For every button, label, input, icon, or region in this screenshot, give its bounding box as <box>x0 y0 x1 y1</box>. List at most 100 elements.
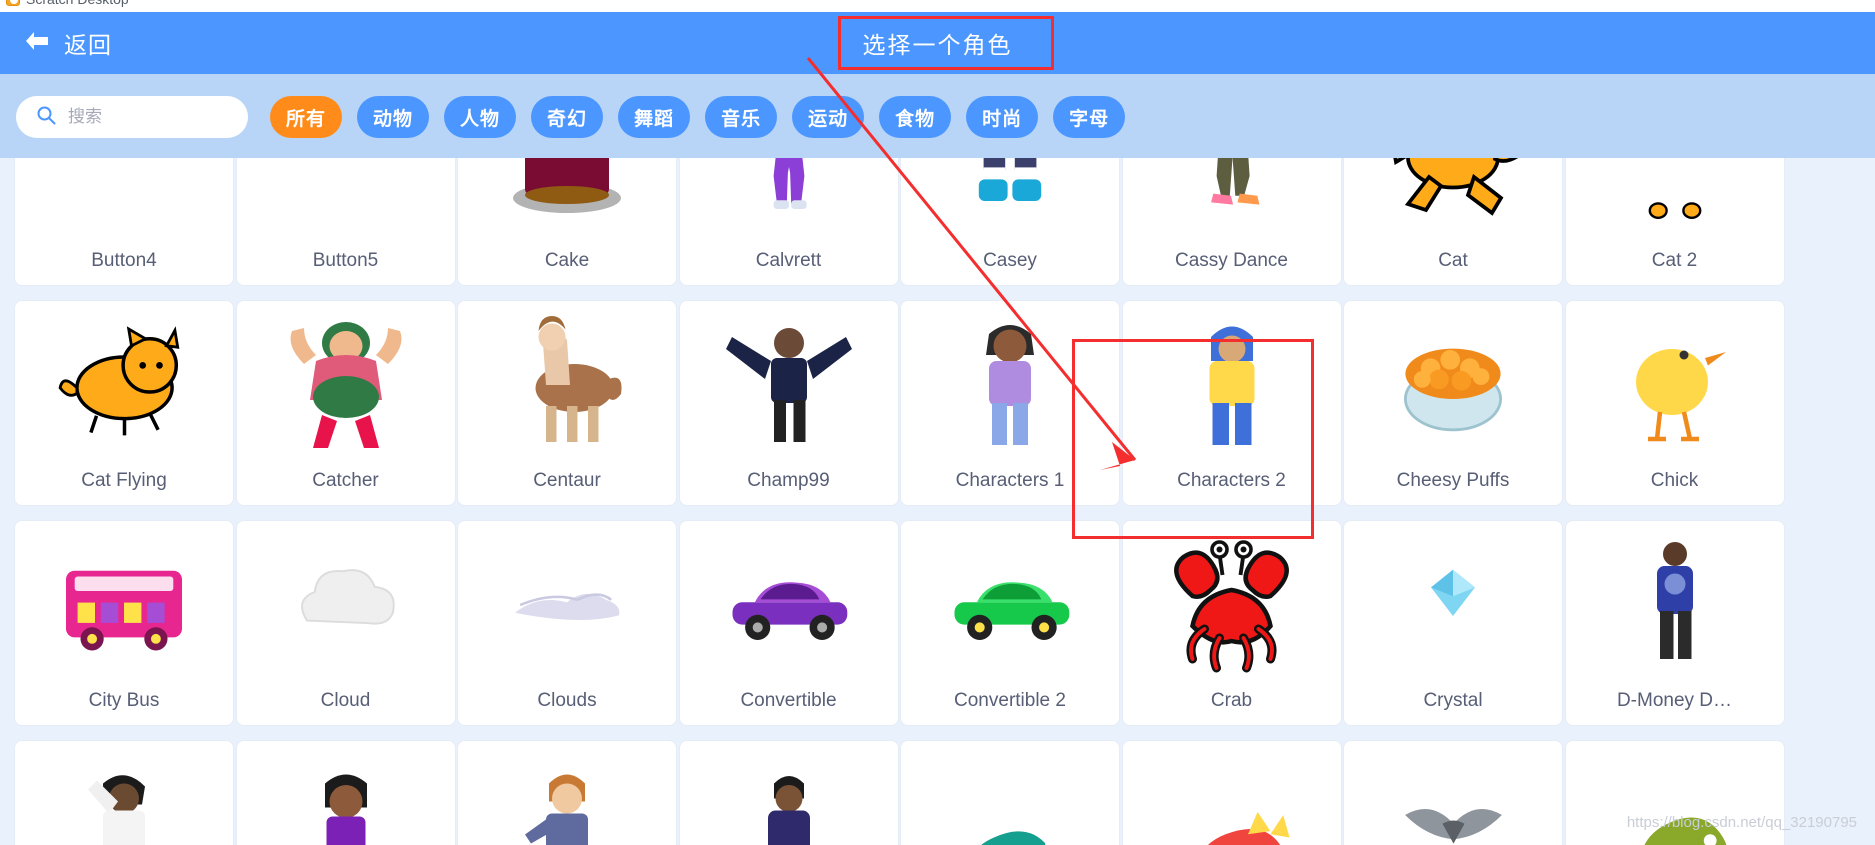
sprite-thumbnail-character-yellow-icon <box>1123 301 1341 469</box>
sprite-card[interactable] <box>900 740 1120 845</box>
sprite-card[interactable]: Characters 2 <box>1121 300 1342 506</box>
sprite-card[interactable]: Crystal <box>1343 520 1563 726</box>
sprite-thumbnail-legs-skate-icon <box>901 158 1119 249</box>
sprite-card[interactable]: Centaur <box>457 300 677 506</box>
sprite-card-label: Characters 1 <box>955 470 1065 491</box>
sprite-card[interactable]: Crab <box>1121 520 1342 726</box>
sprite-thumbnail-convertible-purple-icon <box>680 521 898 689</box>
sprite-card-label: Cake <box>544 250 590 271</box>
filter-tag-6[interactable]: 运动 <box>792 96 865 138</box>
sprite-card[interactable]: Convertible 2 <box>900 520 1120 726</box>
sprite-card[interactable]: Cat 2 <box>1564 158 1785 286</box>
filter-tag-9[interactable]: 字母 <box>1053 96 1126 138</box>
sprite-thumbnail-catcher-icon <box>237 301 455 469</box>
sprite-thumbnail-cake-icon <box>458 158 676 249</box>
search-icon <box>36 105 56 130</box>
sprite-grid: Button4 Button5 Cake Calvrett Casey Cassy Dan… <box>14 158 1860 845</box>
sprite-card-label: Cat <box>1438 250 1468 271</box>
sprite-card-label: D-Money D… <box>1616 690 1733 711</box>
sprite-card-label: Characters 2 <box>1177 470 1286 491</box>
sprite-card[interactable]: Button4 <box>14 158 234 286</box>
sprite-card[interactable] <box>678 740 899 845</box>
sprite-thumbnail-cheesy-puffs-icon <box>1344 301 1562 469</box>
sprite-thumbnail-none-icon <box>237 158 455 249</box>
tag-list: 所有 动物 人物 奇幻 舞蹈 音乐 运动 食物 时尚 字母 <box>270 96 1126 138</box>
search-input[interactable] <box>68 107 218 127</box>
sprite-thumbnail-clouds-icon <box>458 521 676 689</box>
sprite-thumbnail-chick-icon <box>1566 301 1784 469</box>
sprite-grid-area[interactable]: Button4 Button5 Cake Calvrett Casey Cassy Dan… <box>0 158 1875 845</box>
sprite-card-label: Crystal <box>1423 690 1483 711</box>
filter-tag-4[interactable]: 舞蹈 <box>618 96 691 138</box>
sprite-thumbnail-cat-paws-icon <box>1566 158 1784 249</box>
modal-header: 返回 选择一个角色 <box>0 12 1875 74</box>
sprite-card[interactable]: Casey <box>900 158 1120 286</box>
page-title: 选择一个角色 <box>862 32 1013 58</box>
sprite-card-label: City Bus <box>88 690 160 711</box>
sprite-thumbnail-character-purple-icon <box>901 301 1119 469</box>
sprite-thumbnail-centaur-icon <box>458 301 676 469</box>
sprite-card[interactable] <box>235 740 456 845</box>
back-arrow-icon <box>24 30 50 57</box>
sprite-card-label: Champ99 <box>747 470 830 491</box>
sprite-card[interactable]: Cheesy Puffs <box>1343 300 1563 506</box>
filter-tag-3[interactable]: 奇幻 <box>531 96 604 138</box>
filter-tag-5[interactable]: 音乐 <box>705 96 778 138</box>
sprite-card[interactable]: D-Money D… <box>1564 520 1785 726</box>
filter-tag-8[interactable]: 时尚 <box>966 96 1039 138</box>
sprite-card[interactable] <box>457 740 677 845</box>
sprite-thumbnail-none-icon <box>15 158 233 249</box>
sprite-card-label: Convertible <box>740 690 837 711</box>
sprite-card[interactable]: Cat Flying <box>14 300 234 506</box>
sprite-card[interactable]: Calvrett <box>678 158 899 286</box>
back-button[interactable]: 返回 <box>16 12 120 74</box>
sprite-thumbnail-person-4-icon <box>680 741 898 845</box>
sprite-card[interactable]: Characters 1 <box>900 300 1120 506</box>
sprite-card[interactable] <box>1564 740 1785 845</box>
sprite-card[interactable] <box>1343 740 1563 845</box>
sprite-card[interactable]: Cat <box>1343 158 1563 286</box>
sprite-card[interactable]: Cake <box>457 158 677 286</box>
sprite-card-label: Cat Flying <box>81 470 167 491</box>
filter-tag-1[interactable]: 动物 <box>357 96 430 138</box>
sprite-card-label: Convertible 2 <box>954 690 1066 711</box>
sprite-thumbnail-legs-heels-icon <box>1123 158 1341 249</box>
filter-tag-2[interactable]: 人物 <box>444 96 517 138</box>
sprite-card[interactable]: Chick <box>1564 300 1785 506</box>
sprite-card-label: Crab <box>1210 690 1253 711</box>
sprite-card[interactable]: Champ99 <box>678 300 899 506</box>
filter-tag-7[interactable]: 食物 <box>879 96 952 138</box>
sprite-card-label: Cassy Dance <box>1175 250 1288 271</box>
sprite-thumbnail-champ-icon <box>680 301 898 469</box>
sprite-thumbnail-person-3-icon <box>458 741 676 845</box>
sprite-card[interactable]: Cassy Dance <box>1121 158 1342 286</box>
sprite-card-label: Catcher <box>312 470 379 491</box>
sprite-thumbnail-bird-gray-icon <box>1344 741 1562 845</box>
sprite-thumbnail-cat-orange-icon <box>1344 158 1562 249</box>
search-box[interactable] <box>16 96 248 138</box>
sprite-card[interactable] <box>1121 740 1342 845</box>
sprite-card-label: Cat 2 <box>1651 250 1698 271</box>
sprite-thumbnail-convertible-green-icon <box>901 521 1119 689</box>
sprite-card[interactable]: Button5 <box>235 158 456 286</box>
sprite-card-label: Cheesy Puffs <box>1396 470 1510 491</box>
sprite-card-label: Cloud <box>320 690 371 711</box>
sprite-thumbnail-crystal-icon <box>1344 521 1562 689</box>
sprite-card[interactable]: Convertible <box>678 520 899 726</box>
sprite-card[interactable] <box>14 740 234 845</box>
sprite-card-label: Centaur <box>533 470 601 491</box>
sprite-card[interactable]: City Bus <box>14 520 234 726</box>
sprite-card[interactable]: Catcher <box>235 300 456 506</box>
sprite-thumbnail-city-bus-icon <box>15 521 233 689</box>
sprite-thumbnail-person-2-icon <box>237 741 455 845</box>
sprite-thumbnail-crab-icon <box>1123 521 1341 689</box>
window-title: Scratch Desktop <box>26 0 129 7</box>
sprite-card-label: Button5 <box>312 250 379 271</box>
sprite-thumbnail-cloud-icon <box>237 521 455 689</box>
sprite-card-label: Chick <box>1650 470 1699 491</box>
sprite-thumbnail-person-1-icon <box>15 741 233 845</box>
sprite-thumbnail-dmoney-icon <box>1566 521 1784 689</box>
sprite-card[interactable]: Clouds <box>457 520 677 726</box>
sprite-card[interactable]: Cloud <box>235 520 456 726</box>
filter-tag-0[interactable]: 所有 <box>270 96 343 138</box>
